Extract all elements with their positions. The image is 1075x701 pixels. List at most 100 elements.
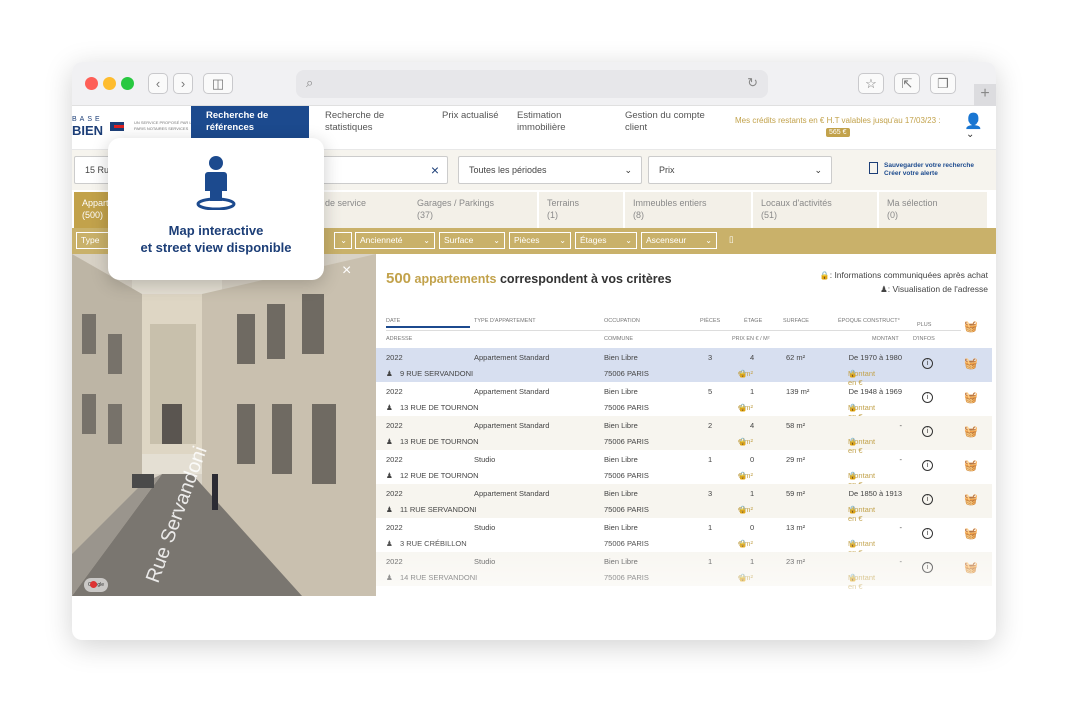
filter-pieces[interactable]: Pièces ⌄ — [509, 232, 571, 249]
info-icon[interactable]: i — [922, 562, 933, 573]
col-montant[interactable]: MONTANT — [872, 336, 899, 342]
close-icon[interactable]: × — [342, 262, 351, 280]
info-icon[interactable]: i — [922, 392, 933, 403]
table-row[interactable]: 2022 Appartement Standard Bien Libre 3 1 59 m… — [376, 484, 992, 523]
pegman-icon[interactable]: ♟ — [386, 403, 393, 412]
basebien-logo[interactable]: BASE BIEN — [72, 116, 103, 138]
basket-icon[interactable]: 🧺 — [964, 527, 978, 540]
filter-anciennete[interactable]: Ancienneté ⌄ — [355, 232, 435, 249]
table-row[interactable]: 2022 Appartement Standard Bien Libre 5 1 139 … — [376, 382, 992, 421]
info-icon[interactable]: i — [922, 494, 933, 505]
new-tab-icon[interactable]: + — [974, 84, 996, 106]
forward-icon[interactable]: › — [173, 73, 193, 94]
chevron-down-icon: ⌄ — [624, 165, 632, 175]
basket-icon[interactable]: 🧺 — [964, 357, 978, 370]
pegman-icon[interactable]: ♟ — [386, 437, 393, 446]
basket-icon[interactable]: 🧺 — [964, 459, 978, 472]
basket-icon[interactable]: 🧺 — [964, 391, 978, 404]
nav-recherche-statistiques[interactable]: Recherche de statistiques — [325, 110, 405, 134]
col-type[interactable]: TYPE D'APPARTEMENT — [474, 318, 536, 324]
row-occupation: Bien Libre — [604, 421, 638, 430]
trash-icon[interactable]: ▯ — [725, 232, 735, 249]
col-commune[interactable]: COMMUNE — [604, 336, 633, 342]
close-window-button[interactable] — [85, 77, 98, 90]
row-rooms: 1 — [708, 523, 713, 532]
maximize-window-button[interactable] — [121, 77, 134, 90]
basket-icon[interactable]: 🧺 — [964, 493, 978, 506]
pegman-control[interactable]: Google — [84, 578, 108, 592]
filter-type-chevron[interactable]: ⌄ — [334, 232, 352, 249]
tab-ma-selection[interactable]: Ma sélection (0) — [879, 192, 987, 228]
col-adresse[interactable]: ADRESSE — [386, 336, 412, 342]
chevron-down-icon: ⌄ — [493, 236, 500, 245]
info-icon[interactable]: i — [922, 358, 933, 369]
pegman-icon[interactable]: ♟ — [386, 369, 393, 378]
col-plus: PLUS — [917, 322, 932, 328]
street-view-panel[interactable]: Rue Servandoni × Google — [72, 254, 376, 596]
chevron-down-icon[interactable]: ⌄ — [966, 129, 974, 140]
row-address[interactable]: 13 RUE DE TOURNON — [400, 437, 479, 446]
star-icon[interactable]: ☆ — [858, 73, 884, 94]
share-icon[interactable]: ⇱ — [894, 73, 920, 94]
col-prix-m2[interactable]: PRIX EN € / M² — [732, 336, 770, 342]
tab-locaux[interactable]: Locaux d'activités (51) — [753, 192, 877, 228]
nav-estimation[interactable]: Estimation immobilière — [517, 110, 587, 134]
row-address[interactable]: 9 RUE SERVANDONI — [400, 369, 473, 378]
col-occupation[interactable]: OCCUPATION — [604, 318, 640, 324]
minimize-window-button[interactable] — [103, 77, 116, 90]
col-surface[interactable]: SURFACE — [783, 318, 809, 324]
nav-prix-actualise[interactable]: Prix actualisé — [442, 110, 502, 122]
row-rooms: 3 — [708, 489, 713, 498]
chevron-down-icon: ⌄ — [705, 236, 712, 245]
tab-chambres-service[interactable]: de service — [317, 192, 409, 228]
pegman-icon[interactable]: ♟ — [386, 471, 393, 480]
price-select[interactable]: Prix ⌄ — [648, 156, 832, 184]
legend-street-text: : Visualisation de l'adresse — [887, 284, 988, 294]
reload-icon[interactable]: ↻ — [747, 75, 758, 91]
back-icon[interactable]: ‹ — [148, 73, 168, 94]
save-search-link[interactable]: Sauvegarder votre recherche Créer votre … — [869, 162, 974, 178]
table-row[interactable]: 2022 Appartement Standard Bien Libre 2 4 58 m… — [376, 416, 992, 455]
filter-surface[interactable]: Surface ⌄ — [439, 232, 505, 249]
pegman-icon[interactable]: ♟ — [386, 505, 393, 514]
nav-gestion-compte[interactable]: Gestion du compte client — [625, 110, 715, 134]
tab-count: (51) — [761, 210, 778, 220]
col-pieces[interactable]: PIÈCES — [700, 318, 720, 324]
info-icon[interactable]: i — [922, 460, 933, 471]
row-address[interactable]: 13 RUE DE TOURNON — [400, 403, 479, 412]
tab-label: Terrains — [547, 198, 580, 208]
row-address[interactable]: 3 RUE CRÉBILLON — [400, 539, 467, 548]
locked-price-text: €/m² — [738, 505, 753, 514]
info-icon[interactable]: i — [922, 528, 933, 539]
row-address[interactable]: 14 RUE SERVANDONI — [400, 573, 477, 582]
pegman-icon[interactable]: ♟ — [386, 539, 393, 548]
filter-etages[interactable]: Étages ⌄ — [575, 232, 637, 249]
row-type: Appartement Standard — [474, 353, 550, 362]
address-bar[interactable]: ⌕ ↻ — [296, 70, 768, 98]
basket-icon[interactable]: 🧺 — [964, 425, 978, 438]
clear-icon[interactable]: × — [431, 157, 439, 183]
info-icon[interactable]: i — [922, 426, 933, 437]
row-address[interactable]: 11 RUE SERVANDONI — [400, 505, 477, 514]
col-date[interactable]: DATE — [386, 318, 400, 324]
table-row[interactable]: 2022 Studio Bien Libre 1 0 13 m² - ♟ 3 RUE CRÉBI… — [376, 518, 992, 557]
pegman-icon[interactable]: ♟ — [386, 573, 393, 582]
user-icon[interactable]: 👤 — [964, 112, 983, 130]
tab-garages[interactable]: Garages / Parkings (37) — [409, 192, 537, 228]
basket-icon[interactable]: 🧺 — [964, 561, 978, 574]
tab-terrains[interactable]: Terrains (1) — [539, 192, 623, 228]
sidebar-icon[interactable]: ◫ — [203, 73, 233, 94]
col-epoque[interactable]: ÉPOQUE CONSTRUCT° — [838, 318, 900, 324]
col-etage[interactable]: ÉTAGE — [744, 318, 762, 324]
period-select[interactable]: Toutes les périodes ⌄ — [458, 156, 642, 184]
row-address[interactable]: 12 RUE DE TOURNON — [400, 471, 479, 480]
table-row[interactable]: 2022 Studio Bien Libre 1 1 23 m² - ♟ 14 RUE SERV… — [376, 552, 992, 591]
table-row[interactable]: 2022 Appartement Standard Bien Libre 3 4 62 m… — [376, 348, 992, 387]
basket-icon[interactable]: 🧺 — [964, 320, 978, 333]
tab-immeubles[interactable]: Immeubles entiers (8) — [625, 192, 751, 228]
table-row[interactable]: 2022 Studio Bien Libre 1 0 29 m² - ♟ 12 RUE DE T… — [376, 450, 992, 489]
row-surface: 62 m² — [786, 353, 806, 362]
filter-type[interactable]: Type — [76, 232, 112, 249]
tabs-icon[interactable]: ❐ — [930, 73, 956, 94]
filter-ascenseur[interactable]: Ascenseur ⌄ — [641, 232, 717, 249]
